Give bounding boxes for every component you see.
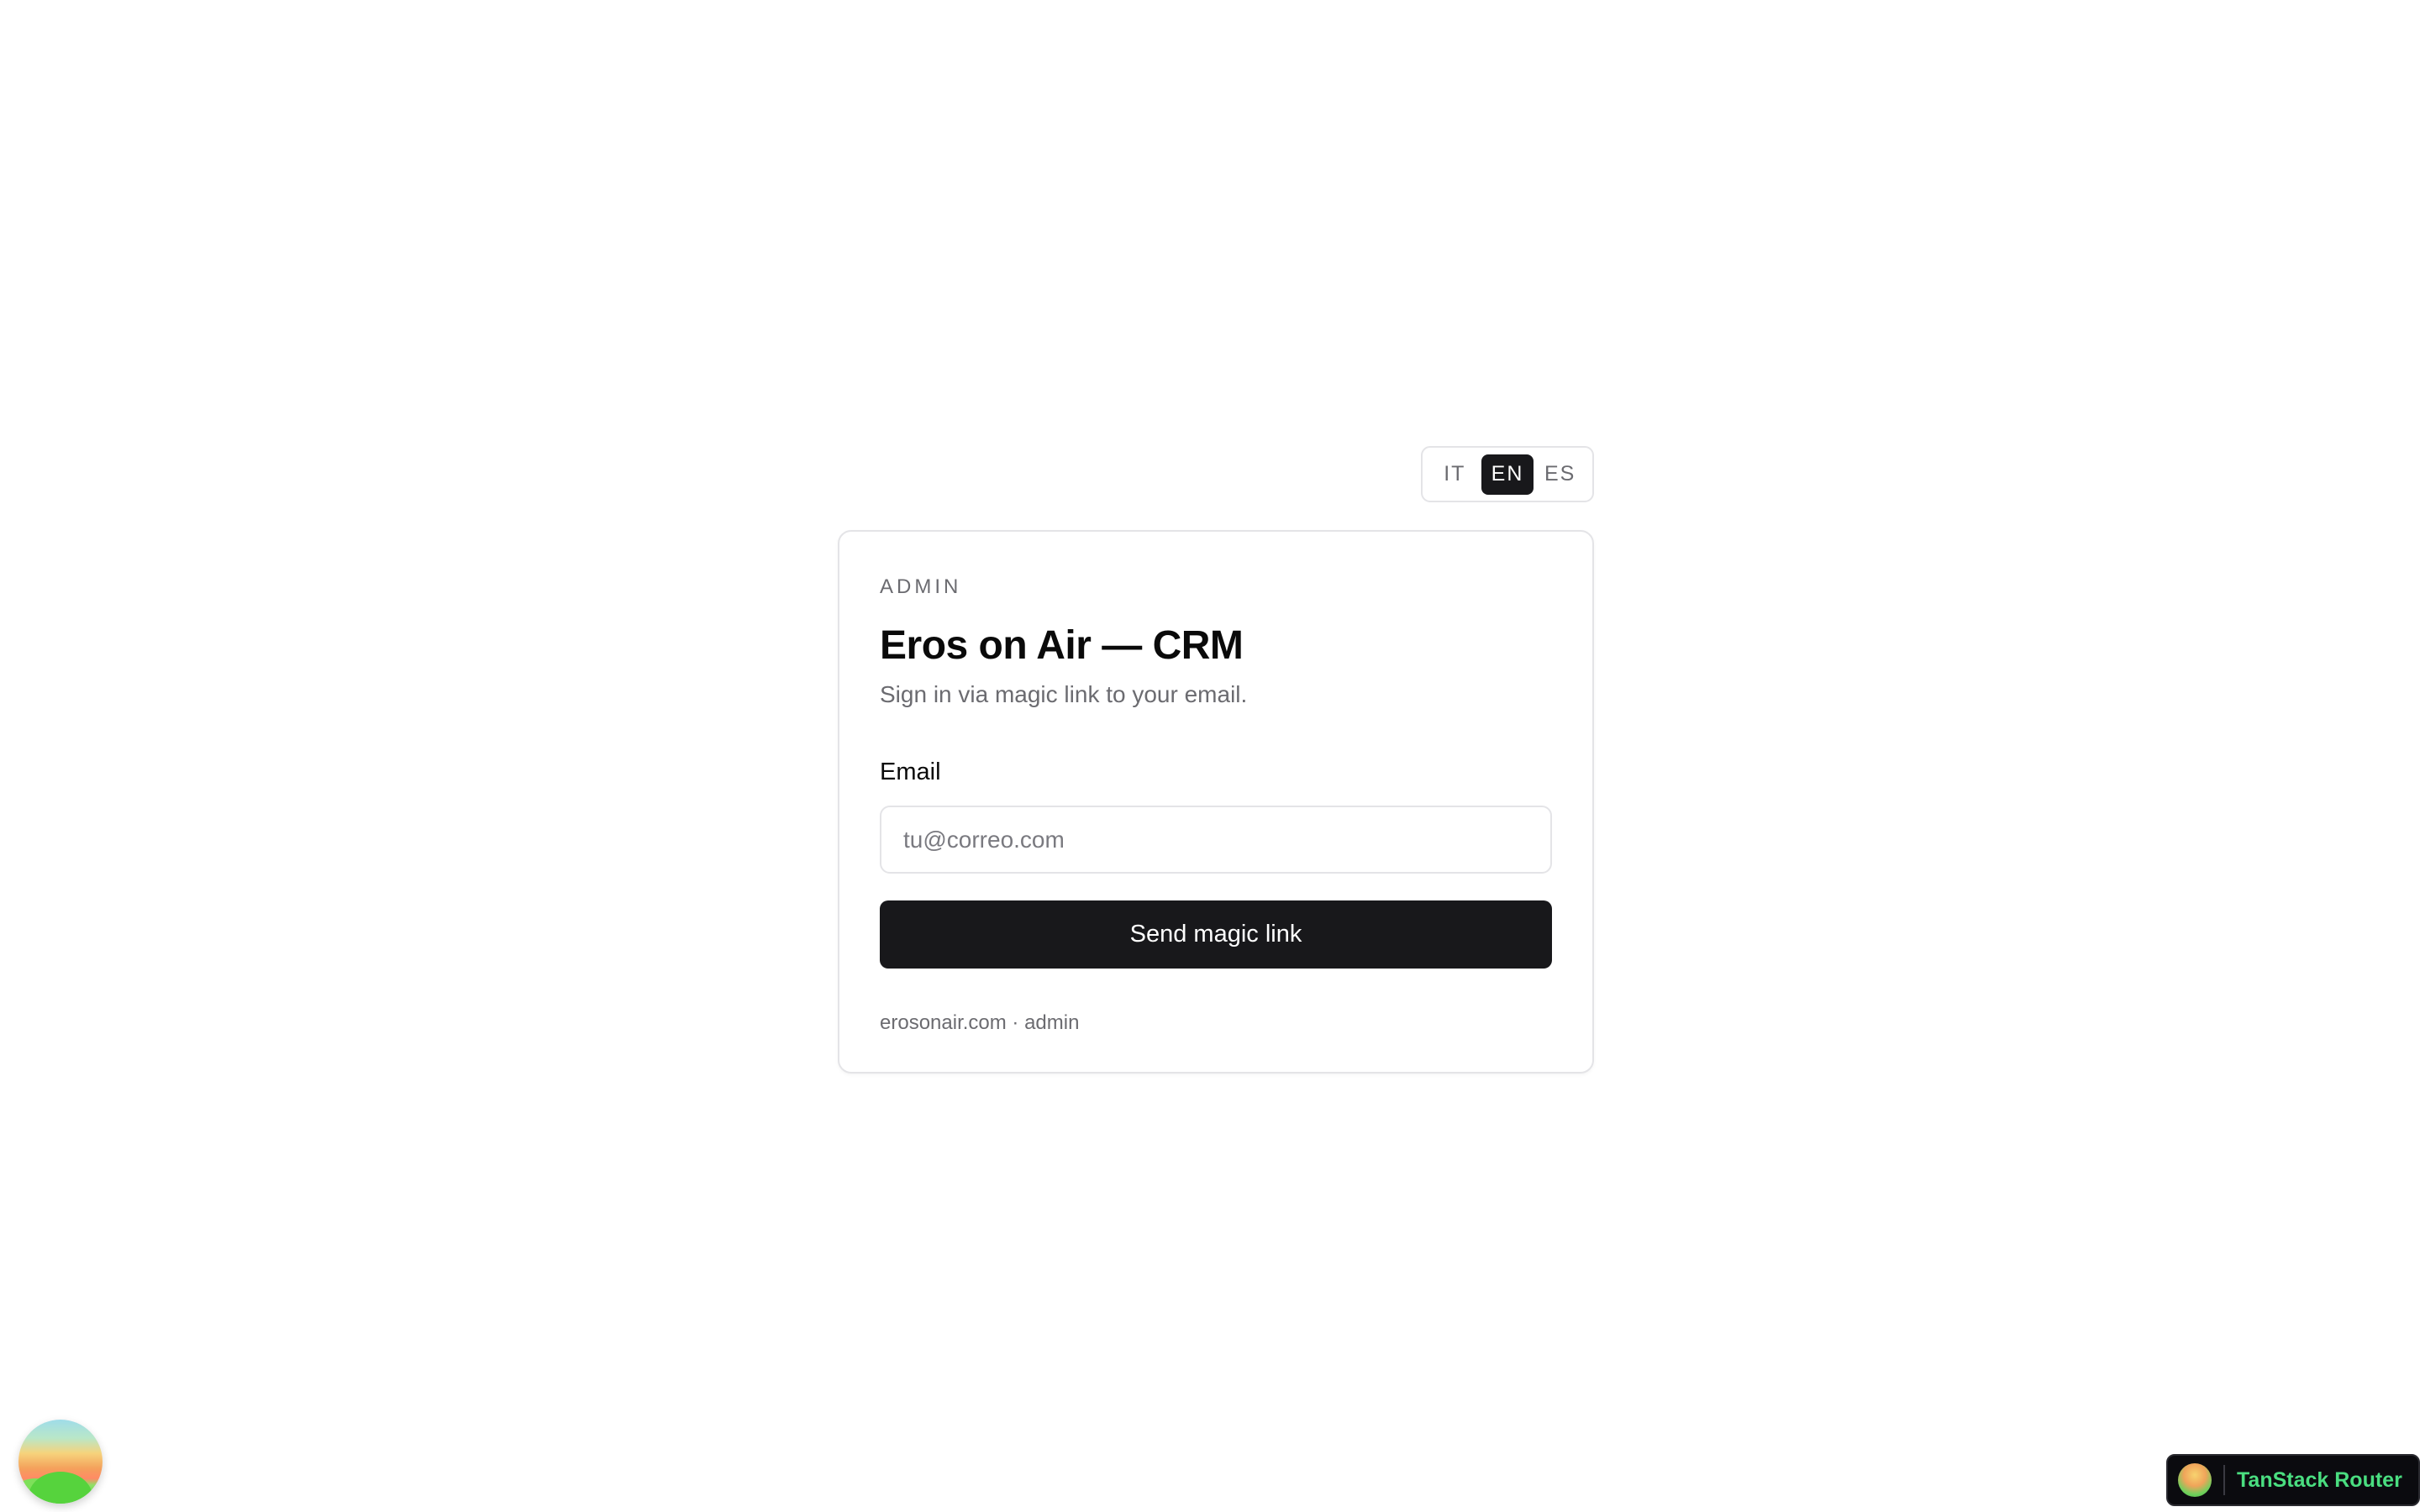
- tanstack-logo-icon: [2178, 1463, 2212, 1497]
- language-switcher: IT EN ES: [1421, 446, 1594, 502]
- badge-divider: [2223, 1465, 2225, 1495]
- page-title: Eros on Air — CRM: [880, 623, 1244, 668]
- orb-hill-shape: [29, 1472, 92, 1504]
- language-option-es[interactable]: ES: [1534, 454, 1586, 495]
- login-page: IT EN ES ADMIN Eros on Air — CRM Sign in…: [0, 0, 2420, 1512]
- footer-note: erosonair.com · admin: [880, 1011, 1080, 1034]
- send-magic-link-button[interactable]: Send magic link: [880, 900, 1552, 969]
- login-card: ADMIN Eros on Air — CRM Sign in via magi…: [838, 530, 1594, 1074]
- language-option-it[interactable]: IT: [1428, 454, 1481, 495]
- tanstack-router-devtools-button[interactable]: TanStack Router: [2166, 1454, 2420, 1506]
- language-option-en[interactable]: EN: [1481, 454, 1534, 495]
- email-label: Email: [880, 759, 941, 785]
- page-subtitle: Sign in via magic link to your email.: [880, 681, 1248, 707]
- router-badge-label: TanStack Router: [2237, 1467, 2402, 1492]
- section-eyebrow: ADMIN: [880, 575, 962, 598]
- email-field[interactable]: [880, 806, 1552, 874]
- tanstack-devtools-icon[interactable]: [18, 1420, 103, 1504]
